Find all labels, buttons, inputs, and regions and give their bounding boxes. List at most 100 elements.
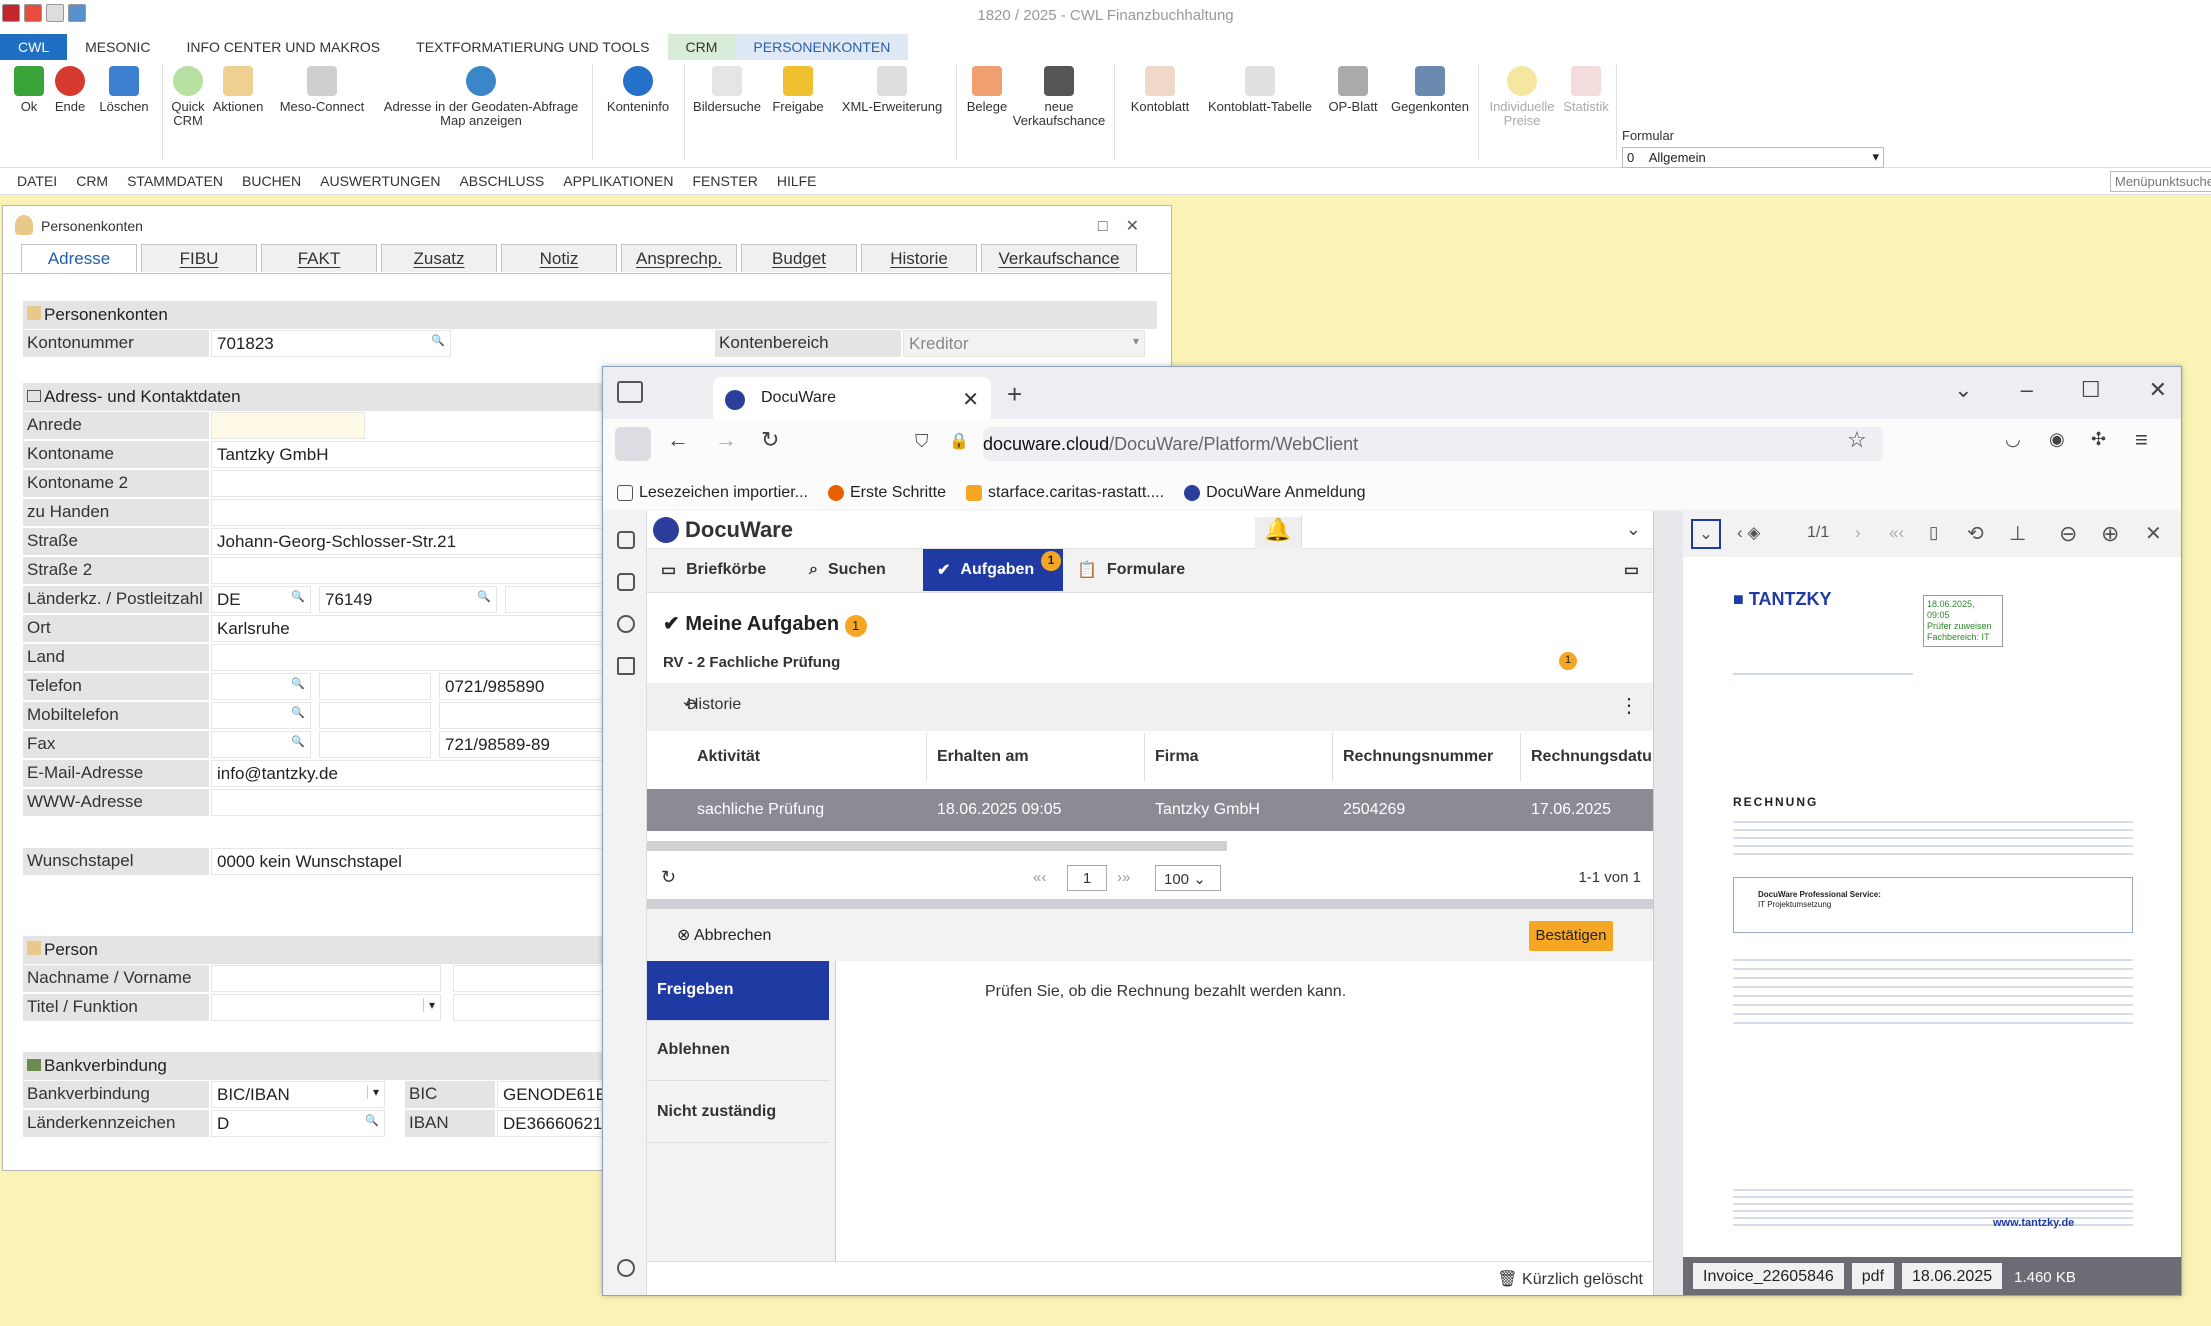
sidebar-toggle-icon[interactable]: [615, 427, 651, 461]
ende-button[interactable]: Ende: [52, 66, 88, 114]
horizontal-scrollbar[interactable]: [647, 841, 1227, 851]
tab-fakt[interactable]: FAKT: [261, 244, 377, 272]
recently-deleted-link[interactable]: 🗑 Kürzlich gelöscht: [1497, 1269, 1643, 1289]
anrede-field[interactable]: [211, 412, 365, 439]
bookmark-star-icon[interactable]: ☆: [1847, 427, 1867, 453]
lookup-icon[interactable]: 🔍: [291, 706, 305, 719]
www-field[interactable]: [211, 789, 603, 816]
lookup-icon[interactable]: 🔍: [477, 590, 491, 603]
kontoname-field[interactable]: Tantzky GmbH: [211, 441, 603, 468]
layers-icon[interactable]: ‹ ◈: [1737, 523, 1760, 543]
menu-auswertungen[interactable]: AUSWERTUNGEN: [311, 168, 450, 194]
kontoname2-field[interactable]: [211, 470, 603, 497]
freigabe-button[interactable]: Freigabe: [768, 66, 828, 114]
browser-tab-docuware[interactable]: DocuWare ✕: [713, 377, 991, 419]
action-nicht-zustaendig[interactable]: Nicht zuständig: [647, 1083, 829, 1143]
bookmark-starface[interactable]: starface.caritas-rastatt....: [966, 482, 1164, 504]
bankverbindung-select[interactable]: BIC/IBAN ▾: [211, 1081, 385, 1108]
kontonummer-field[interactable]: 701823 🔍: [211, 330, 451, 357]
bookmark-import[interactable]: Lesezeichen importier...: [617, 482, 808, 504]
nav-formulare[interactable]: 📋 Formulare: [1063, 549, 1211, 591]
konteninfo-button[interactable]: Konteninfo: [600, 66, 676, 114]
zoom-in-icon[interactable]: ⊕: [2101, 521, 2119, 547]
history-icon[interactable]: ⟲: [1967, 521, 1984, 546]
history-icon[interactable]: [617, 615, 635, 633]
mobil-prefix-field[interactable]: 🔍: [211, 702, 311, 729]
fax-area-field[interactable]: [319, 731, 431, 758]
menu-datei[interactable]: DATEI: [8, 168, 67, 194]
statistik-button[interactable]: Statistik: [1558, 66, 1614, 114]
menu-applikationen[interactable]: APPLIKATIONEN: [554, 168, 683, 194]
ribbon-tab-crm[interactable]: CRM: [667, 34, 736, 60]
ort-field[interactable]: Karlsruhe: [211, 615, 603, 642]
meso-connect-button[interactable]: Meso-Connect: [274, 66, 370, 114]
col-firma[interactable]: Firma: [1145, 733, 1333, 781]
bestaetigen-button[interactable]: Bestätigen: [1529, 921, 1613, 951]
tab-list-icon[interactable]: ⌄: [1954, 377, 1972, 403]
last-page-icon[interactable]: ›»: [1117, 869, 1130, 886]
strasse-field[interactable]: Johann-Georg-Schlosser-Str.21: [211, 528, 603, 555]
tab-verkaufschance[interactable]: Verkaufschance: [981, 244, 1137, 272]
individuelle-preise-button[interactable]: Individuelle Preise: [1484, 66, 1560, 128]
plz-field[interactable]: 76149 🔍: [319, 586, 497, 613]
page-size-select[interactable]: 100 ⌄: [1155, 865, 1221, 891]
lock-icon[interactable]: 🔒: [949, 431, 969, 451]
iban-field[interactable]: DE366606213: [497, 1110, 612, 1137]
first-page-icon[interactable]: «‹: [1033, 869, 1046, 886]
menu-search-input[interactable]: Menüpunktsuche: [2110, 171, 2211, 192]
tab-ansprechp[interactable]: Ansprechp.: [621, 244, 737, 272]
telefon-field[interactable]: 0721/985890: [439, 673, 603, 700]
telefon-area-field[interactable]: [319, 673, 431, 700]
laenderkennzeichen-field[interactable]: D 🔍: [211, 1110, 385, 1137]
minimize-icon[interactable]: –: [2021, 377, 2033, 403]
menu-abschluss[interactable]: ABSCHLUSS: [450, 168, 554, 194]
strasse2-field[interactable]: [211, 557, 603, 584]
kontoblatt-tabelle-button[interactable]: Kontoblatt-Tabelle: [1200, 66, 1320, 114]
ok-button[interactable]: Ok: [12, 66, 46, 114]
viewer-splitter[interactable]: [1653, 511, 1683, 1295]
tab-overview-icon[interactable]: [617, 381, 643, 403]
belege-button[interactable]: Belege: [962, 66, 1012, 114]
notification-bell-icon[interactable]: 🔔: [1255, 517, 1301, 549]
quick-crm-button[interactable]: Quick CRM: [168, 66, 208, 128]
close-window-icon[interactable]: ✕: [2149, 377, 2167, 403]
stamp-icon[interactable]: ⊥: [2009, 521, 2026, 546]
col-aktivitaet[interactable]: Aktivität: [647, 733, 927, 781]
plz-extra-field[interactable]: [505, 586, 603, 613]
pane-splitter[interactable]: [647, 899, 1653, 909]
col-rechnungsnummer[interactable]: Rechnungsnummer: [1333, 733, 1521, 781]
address-bar[interactable]: docuware.cloud/DocuWare/Platform/WebClie…: [983, 427, 1883, 461]
pin-icon[interactable]: [617, 531, 635, 549]
refresh-icon[interactable]: ↻: [661, 867, 676, 888]
wunschstapel-field[interactable]: 0000 kein Wunschstapel: [211, 848, 603, 875]
tab-adresse[interactable]: Adresse: [21, 244, 137, 272]
zoom-out-icon[interactable]: ⊖: [2059, 521, 2077, 547]
document-icon[interactable]: ▯: [1929, 523, 1938, 543]
quick-search-dropdown[interactable]: ⌄: [1301, 515, 1651, 547]
tab-budget[interactable]: Budget: [741, 244, 857, 272]
lookup-icon[interactable]: 🔍: [291, 590, 305, 603]
close-viewer-icon[interactable]: ✕: [2145, 521, 2162, 546]
fax-field[interactable]: 721/98589-89: [439, 731, 603, 758]
bookmark-erste-schritte[interactable]: Erste Schritte: [827, 482, 946, 504]
first-page-icon[interactable]: «‹: [1889, 523, 1904, 543]
menu-buchen[interactable]: BUCHEN: [233, 168, 311, 194]
fax-prefix-field[interactable]: 🔍: [211, 731, 311, 758]
xml-erweiterung-button[interactable]: XML-Erweiterung: [834, 66, 950, 114]
vorname-field[interactable]: [453, 965, 603, 992]
bic-field[interactable]: GENODE61EG: [497, 1081, 620, 1108]
action-freigeben[interactable]: Freigeben: [647, 961, 829, 1021]
neue-verkaufschance-button[interactable]: neue Verkaufschance: [1010, 66, 1108, 128]
favorites-star-icon[interactable]: [617, 657, 635, 675]
nav-briefkoerbe[interactable]: ▭ Briefkörbe: [647, 549, 795, 591]
mobil-area-field[interactable]: [319, 702, 431, 729]
menu-fenster[interactable]: FENSTER: [683, 168, 767, 194]
titel-select[interactable]: ▾: [211, 994, 441, 1021]
kontoblatt-button[interactable]: Kontoblatt: [1124, 66, 1196, 114]
col-erhalten-am[interactable]: Erhalten am: [927, 733, 1145, 781]
close-tab-icon[interactable]: ✕: [962, 387, 979, 412]
maximize-icon[interactable]: ☐: [2081, 377, 2101, 403]
forward-icon[interactable]: →: [715, 427, 737, 453]
action-ablehnen[interactable]: Ablehnen: [647, 1021, 829, 1081]
menu-stammdaten[interactable]: STAMMDATEN: [118, 168, 233, 194]
